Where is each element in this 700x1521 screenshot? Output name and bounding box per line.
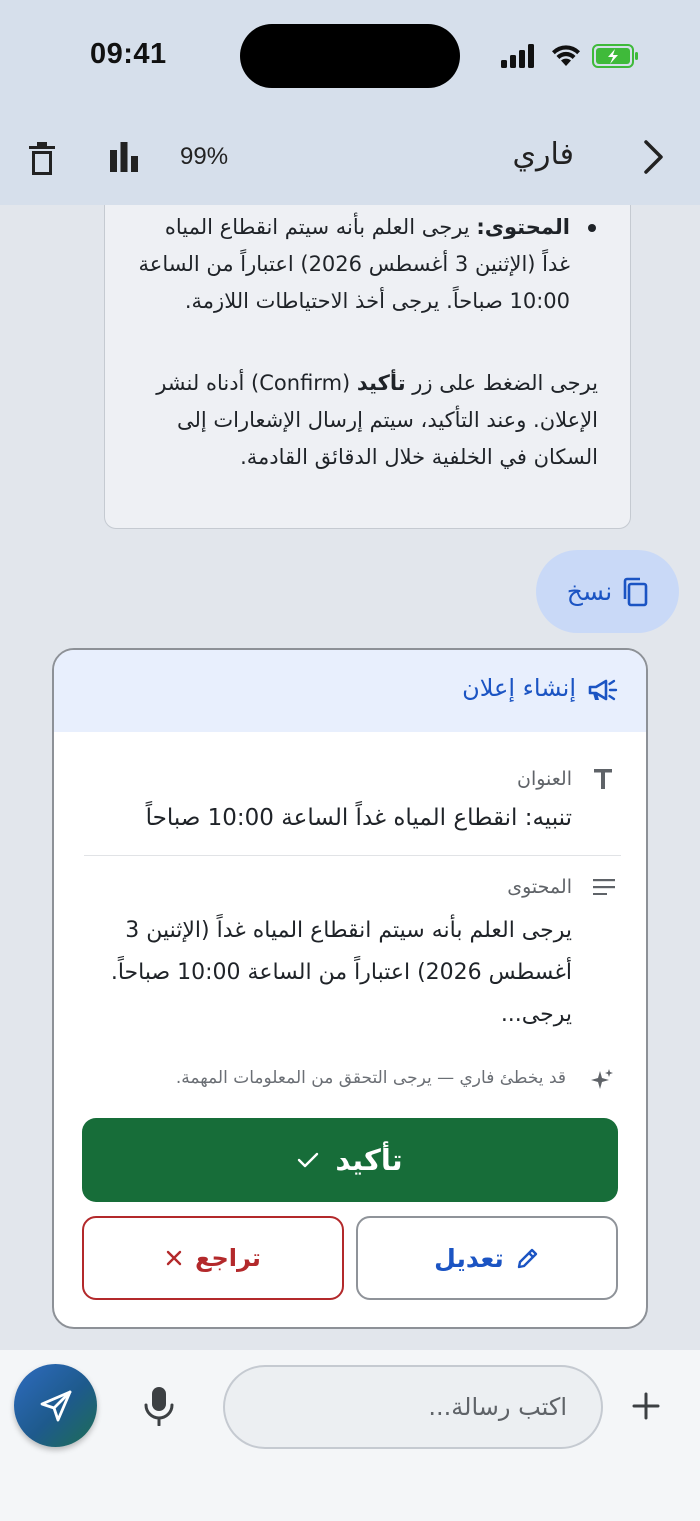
content-bullet: المحتوى: يرجى العلم بأنه سيتم انقطاع الم… — [136, 209, 598, 320]
cancel-button[interactable]: تراجع — [82, 1216, 344, 1300]
copy-button[interactable]: نسخ — [536, 550, 679, 633]
quota-percentage: 99% — [180, 143, 229, 170]
chat-thread[interactable]: المحتوى: يرجى العلم بأنه سيتم انقطاع الم… — [0, 205, 700, 1350]
check-icon — [298, 1152, 319, 1168]
megaphone-icon — [588, 679, 618, 701]
sparkle-icon — [591, 1069, 613, 1089]
lines-icon — [592, 876, 616, 898]
title-field-value[interactable]: تنبيه: انقطاع المياه غداً الساعة 10:00 ص… — [92, 805, 572, 831]
cancel-label: تراجع — [195, 1244, 261, 1272]
assistant-message: المحتوى: يرجى العلم بأنه سيتم انقطاع الم… — [104, 205, 631, 529]
pencil-icon — [517, 1248, 538, 1269]
battery-charging-icon — [592, 44, 638, 68]
cellular-signal-icon — [501, 44, 534, 68]
message-composer — [0, 1350, 700, 1521]
send-icon — [40, 1390, 71, 1421]
copy-label: نسخ — [566, 577, 613, 606]
ai-disclaimer: قد يخطئ فاري — يرجى التحقق من المعلومات … — [175, 1068, 566, 1088]
chat-screen: 09:41 99% فاري المحتوى: يرجى العلم بأنه … — [0, 0, 700, 1521]
title-field-label: العنوان — [516, 768, 572, 790]
text-t-icon — [592, 768, 614, 790]
edit-button[interactable]: تعديل — [356, 1216, 618, 1300]
close-icon — [166, 1250, 182, 1266]
copy-icon — [623, 577, 648, 606]
message-input[interactable] — [223, 1365, 603, 1449]
wifi-icon — [552, 45, 580, 66]
edit-label: تعديل — [434, 1243, 504, 1273]
confirm-instruction-prefix: يرجى الضغط على زر — [405, 371, 598, 395]
confirm-label: تأكيد — [335, 1143, 403, 1177]
announcement-card-header: إنشاء إعلان — [54, 650, 646, 732]
announcement-card-title: إنشاء إعلان — [462, 674, 576, 702]
confirm-button[interactable]: تأكيد — [82, 1118, 618, 1202]
content-bullet-label: المحتوى: — [476, 215, 570, 239]
dynamic-island — [240, 24, 460, 88]
announcement-card: إنشاء إعلان العنوان تنبيه: انقطاع المياه… — [52, 648, 648, 1329]
microphone-icon[interactable] — [142, 1386, 176, 1426]
status-time: 09:41 — [90, 38, 167, 70]
chevron-right-icon[interactable] — [634, 135, 674, 179]
assistant-title: فاري — [512, 137, 574, 172]
plus-icon[interactable] — [626, 1386, 666, 1426]
bar-chart-icon[interactable] — [104, 137, 144, 177]
app-header: 99% فاري — [0, 115, 700, 205]
confirm-instruction-bold: تأكيد — [356, 371, 406, 395]
send-button[interactable] — [14, 1364, 97, 1447]
status-bar: 09:41 — [0, 0, 700, 115]
field-divider — [84, 855, 621, 856]
confirm-instruction: يرجى الضغط على زر تأكيد (Confirm) أدناه … — [136, 365, 598, 476]
trash-icon[interactable] — [22, 137, 62, 181]
content-field-label: المحتوى — [507, 876, 572, 898]
content-field-value[interactable]: يرجى العلم بأنه سيتم انقطاع المياه غداً … — [92, 910, 572, 1036]
